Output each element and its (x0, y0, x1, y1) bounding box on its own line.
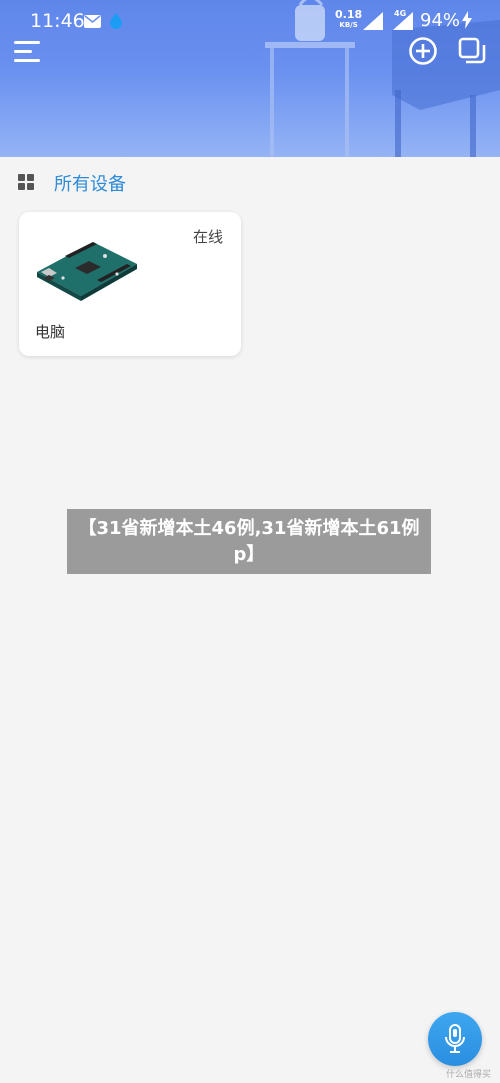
overlay-banner-text: 【31省新增本土46例,31省新增本土61例p】 (67, 509, 431, 574)
copy-icon (458, 37, 486, 64)
watermark: 什么值得买 (446, 1070, 492, 1080)
battery-level: 94% (420, 10, 461, 31)
status-time: 11:46 (30, 10, 85, 32)
speed-unit: KB/S (339, 21, 358, 29)
signal-icon (363, 12, 383, 30)
copy-button[interactable] (457, 36, 487, 66)
signal-4g-icon (393, 12, 413, 30)
add-circle-icon (409, 37, 437, 65)
device-card[interactable]: 在线 电脑 (19, 212, 241, 356)
hamburger-menu-icon (14, 41, 40, 62)
voice-button[interactable] (428, 1012, 482, 1066)
device-status: 在线 (192, 228, 223, 246)
circuit-board-image (37, 242, 137, 301)
network-speed: 0.18 KB/S (335, 9, 362, 30)
grid-icon (18, 174, 34, 190)
notification-drop-icon (110, 13, 122, 29)
section-title: 所有设备 (54, 174, 126, 195)
device-name: 电脑 (35, 323, 66, 341)
menu-button[interactable] (12, 38, 44, 66)
charging-bolt-icon (462, 11, 472, 29)
add-device-button[interactable] (408, 36, 438, 66)
microphone-icon (445, 1024, 465, 1053)
mail-icon (84, 15, 101, 28)
